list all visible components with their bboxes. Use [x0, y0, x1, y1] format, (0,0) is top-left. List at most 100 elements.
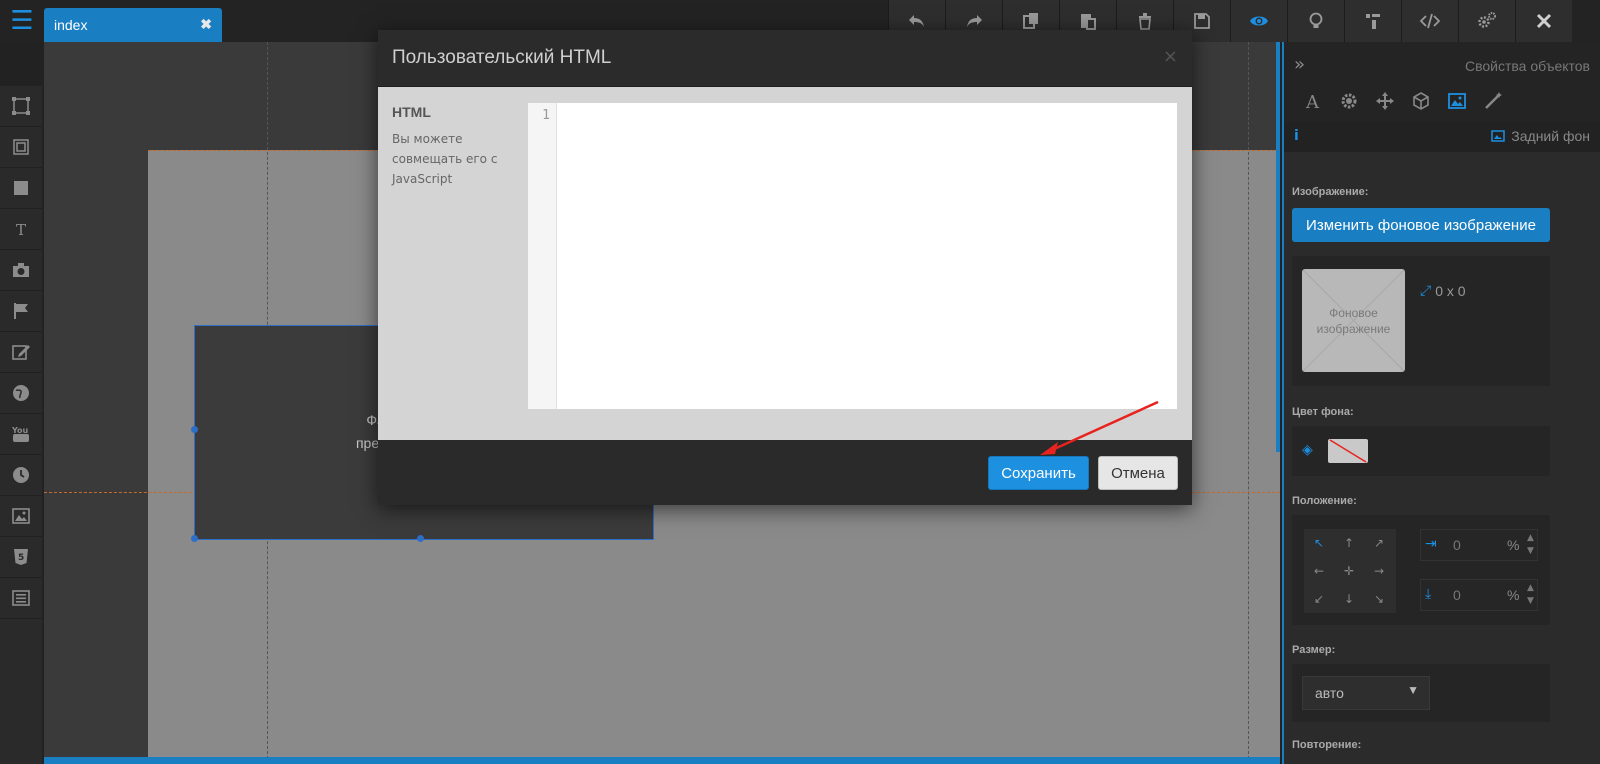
position-bottom-left[interactable]: ↙ [1304, 585, 1334, 613]
position-x-stepper[interactable]: ▲ ▼ [1527, 532, 1534, 558]
gear-tab-icon[interactable] [1336, 88, 1362, 114]
position-top[interactable]: ↑ [1334, 529, 1364, 557]
menu-icon[interactable]: ☰ [0, 0, 44, 42]
properties-header: » Свойства объектов A [1284, 42, 1600, 122]
repeat-label: Повторение: [1292, 739, 1362, 751]
size-label: Размер: [1292, 644, 1336, 656]
info-icon[interactable]: i [1294, 128, 1299, 144]
left-toolbar: T You 5 [0, 86, 42, 764]
list-icon[interactable] [0, 578, 42, 619]
dialog-footer: Сохранить Отмена [378, 440, 1192, 505]
line-number: 1 [542, 108, 550, 123]
section-icon[interactable] [0, 86, 42, 127]
collapse-panel-icon[interactable]: » [1294, 54, 1305, 75]
section-title-text: Задний фон [1511, 128, 1590, 144]
resize-handle-bottom[interactable] [417, 535, 424, 542]
bg-color-swatch[interactable] [1328, 439, 1368, 463]
position-top-left[interactable]: ↖ [1304, 529, 1334, 557]
position-y-stepper[interactable]: ▲ ▼ [1527, 582, 1534, 608]
background-image-tab-icon[interactable] [1444, 88, 1470, 114]
resize-handle-left[interactable] [191, 426, 198, 433]
change-background-image-button[interactable]: Изменить фоновое изображение [1292, 208, 1550, 242]
canvas-bottom-bar [44, 757, 1280, 764]
dimensions-value: 0 x 0 [1435, 282, 1466, 299]
thumbnail-text: Фоновое изображение [1316, 306, 1391, 336]
lightbulb-icon[interactable] [1287, 0, 1344, 42]
properties-title: Свойства объектов [1464, 58, 1590, 74]
svg-text:T: T [16, 221, 26, 239]
eye-icon[interactable] [1230, 0, 1287, 42]
camera-icon[interactable] [0, 250, 42, 291]
size-select[interactable]: авто ▼ [1302, 676, 1430, 710]
cancel-button[interactable]: Отмена [1098, 456, 1178, 490]
image-icon[interactable] [0, 496, 42, 537]
cube-tab-icon[interactable] [1408, 88, 1434, 114]
tab-index[interactable]: index ✖ [44, 8, 222, 42]
position-y-field[interactable]: ⤓ 0 % ▲ ▼ [1420, 579, 1538, 611]
svg-text:You: You [11, 426, 29, 435]
dialog-header: Пользовательский HTML × [378, 30, 1192, 87]
editor-gutter: 1 [528, 103, 557, 409]
code-icon[interactable] [1401, 0, 1458, 42]
position-bottom[interactable]: ↓ [1334, 585, 1364, 613]
chevron-down-icon: ▼ [1407, 683, 1419, 697]
canvas-scrollbar[interactable] [1276, 42, 1280, 452]
guide-vertical-right [1248, 42, 1249, 764]
save-button[interactable]: Сохранить [988, 456, 1089, 490]
size-selected-value: авто [1315, 685, 1344, 701]
background-section-icon [1491, 130, 1506, 142]
position-right[interactable]: → [1364, 557, 1394, 585]
position-y-unit: % [1507, 587, 1520, 603]
properties-panel: » Свойства объектов A i Задний фон Изобр… [1282, 42, 1600, 764]
dialog-close-icon[interactable]: × [1163, 46, 1178, 67]
horizontal-offset-icon: ⇥ [1425, 536, 1437, 552]
dialog-body: HTML Вы можете совмещать его с JavaScrip… [378, 87, 1192, 440]
position-grid: ↖ ↑ ↗ ← ✛ → ↙ ↓ ↘ [1304, 529, 1396, 613]
position-x-value: 0 [1453, 537, 1461, 553]
bg-color-label: Цвет фона: [1292, 406, 1354, 418]
position-bottom-right[interactable]: ↘ [1364, 585, 1394, 613]
color-fill-icon: ◈ [1302, 442, 1313, 458]
sitemap-icon[interactable] [1344, 0, 1401, 42]
edit-form-icon[interactable] [0, 332, 42, 373]
custom-html-dialog: Пользовательский HTML × HTML Вы можете с… [378, 30, 1192, 505]
position-label: Положение: [1292, 495, 1357, 507]
close-icon[interactable] [1515, 0, 1572, 42]
dialog-title: Пользовательский HTML [392, 47, 612, 68]
move-tab-icon[interactable] [1372, 88, 1398, 114]
html-section-description: Вы можете совмещать его с JavaScript [392, 132, 498, 186]
editor-window: ☰ index ✖ T You 5 » Свойства объектов A … [0, 0, 1600, 764]
resize-arrows-icon: ⤢ [1420, 282, 1432, 298]
svg-text:A: A [1305, 92, 1320, 111]
font-tab-icon[interactable]: A [1300, 88, 1326, 114]
settings-gears-icon[interactable] [1458, 0, 1515, 42]
flag-icon[interactable] [0, 291, 42, 332]
svg-text:5: 5 [18, 553, 24, 563]
position-center[interactable]: ✛ [1334, 557, 1364, 585]
vertical-offset-icon: ⤓ [1425, 586, 1432, 602]
position-top-right[interactable]: ↗ [1364, 529, 1394, 557]
html5-icon[interactable]: 5 [0, 537, 42, 578]
resize-handle-bottom-left[interactable] [191, 535, 198, 542]
clock-icon[interactable] [0, 455, 42, 496]
text-icon[interactable]: T [0, 209, 42, 250]
background-image-thumbnail[interactable]: Фоновое изображение [1302, 269, 1405, 372]
position-x-unit: % [1507, 537, 1520, 553]
position-left[interactable]: ← [1304, 557, 1334, 585]
youtube-icon[interactable]: You [0, 414, 42, 455]
html-section-heading: HTML [392, 104, 431, 120]
tab-close-icon[interactable]: ✖ [200, 16, 212, 33]
position-y-value: 0 [1453, 587, 1461, 603]
image-dimensions: ⤢ 0 x 0 [1420, 282, 1466, 299]
tab-label: index [54, 17, 88, 33]
box-icon[interactable] [0, 168, 42, 209]
image-label: Изображение: [1292, 186, 1369, 198]
container-icon[interactable] [0, 127, 42, 168]
html-code-editor[interactable]: 1 [528, 103, 1177, 409]
section-title: Задний фон [1491, 128, 1590, 144]
globe-icon[interactable] [0, 373, 42, 414]
properties-subheader: i Задний фон [1284, 122, 1600, 152]
magic-wand-tab-icon[interactable] [1480, 88, 1506, 114]
position-x-field[interactable]: ⇥ 0 % ▲ ▼ [1420, 529, 1538, 561]
properties-tabs: A [1300, 88, 1506, 114]
